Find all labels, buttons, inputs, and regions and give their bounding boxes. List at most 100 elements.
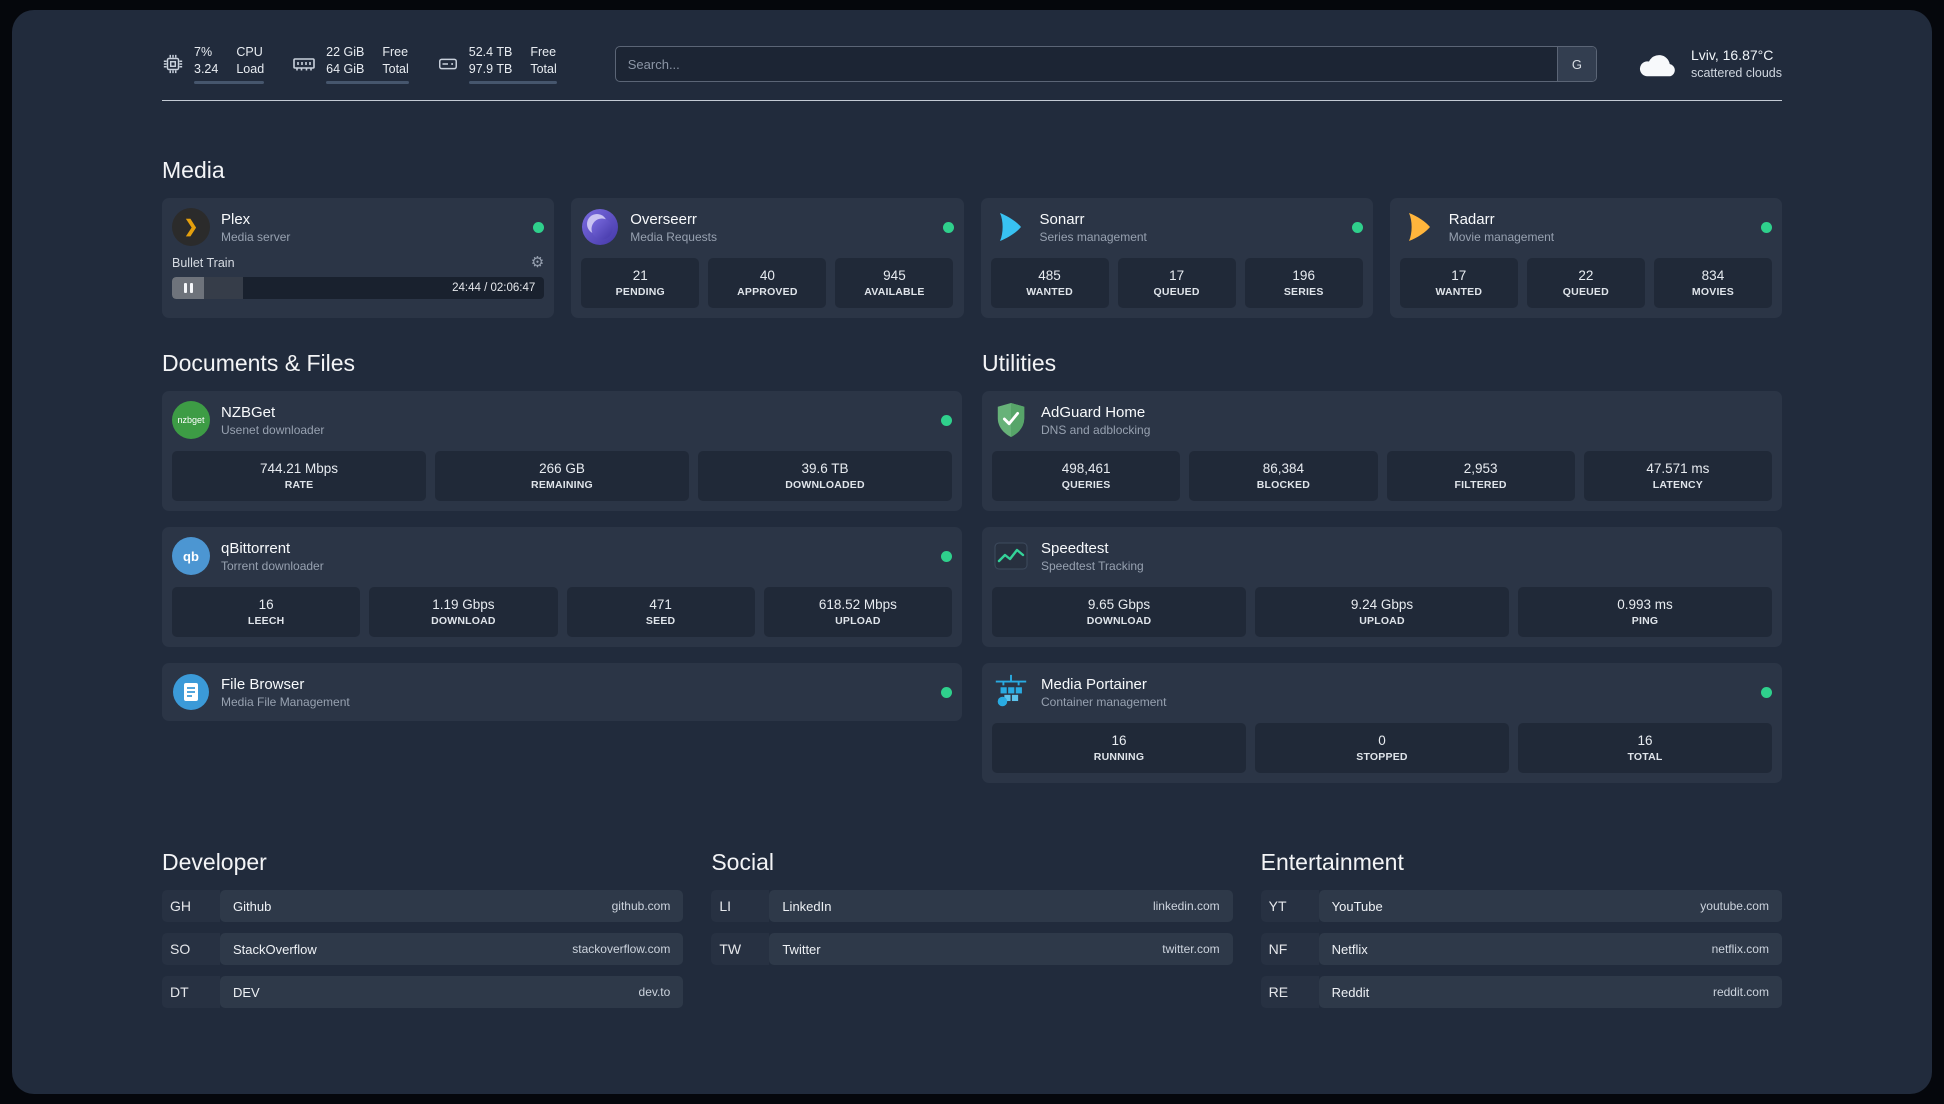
stat-queries: 498,461 QUERIES: [992, 451, 1181, 501]
stat-running: 16 RUNNING: [992, 723, 1246, 773]
stat-series: 196 SERIES: [1244, 258, 1363, 308]
bookmark-dev[interactable]: DT DEV dev.to: [162, 976, 684, 1008]
stat-approved: 40 APPROVED: [708, 258, 827, 308]
filebrowser-icon: [172, 673, 210, 711]
bookmark-github[interactable]: GH Github github.com: [162, 890, 684, 922]
bookmark-youtube[interactable]: YT YouTube youtube.com: [1261, 890, 1782, 922]
bookmark-name: Reddit: [1331, 984, 1370, 1000]
section-title-media: Media: [162, 157, 225, 183]
service-card-filebrowser: File Browser Media File Management: [162, 663, 962, 721]
stat-queued: 17 QUEUED: [1117, 258, 1236, 308]
bookmark-url: twitter.com: [1162, 942, 1220, 956]
cpu-icon: [162, 53, 184, 75]
bookmark-url: netflix.com: [1711, 942, 1769, 956]
service-name: qBittorrent: [221, 539, 291, 557]
service-name: File Browser: [221, 675, 305, 693]
service-card-portainer: Media Portainer Container management 16 …: [982, 663, 1782, 783]
bookmark-abbr: TW: [711, 933, 769, 965]
weather-description: scattered clouds: [1690, 66, 1782, 80]
qbittorrent-icon: qb: [172, 537, 210, 575]
bookmark-abbr: LI: [711, 890, 769, 922]
service-subtitle: Speedtest Tracking: [1041, 558, 1144, 573]
bookmark-name: Netflix: [1331, 941, 1368, 957]
section-title-utilities: Utilities: [982, 350, 1057, 376]
bookmark-linkedin[interactable]: LI LinkedIn linkedin.com: [711, 890, 1233, 922]
speedtest-icon: [992, 537, 1030, 575]
service-card-nzbget: nzbget NZBGet Usenet downloader 744.21 M…: [162, 391, 962, 511]
bookmark-url: youtube.com: [1700, 899, 1769, 913]
service-link-overseerr[interactable]: Overseerr Media Requests: [581, 208, 954, 246]
service-link-radarr[interactable]: Radarr Movie management: [1400, 208, 1772, 246]
service-name: Sonarr: [1039, 210, 1085, 228]
portainer-icon: [992, 673, 1030, 711]
service-subtitle: Media server: [221, 229, 291, 244]
search-input[interactable]: [615, 47, 1557, 81]
stat-download: 1.19 Gbps DOWNLOAD: [369, 587, 558, 637]
stat-latency: 47.571 ms LATENCY: [1583, 451, 1772, 501]
pause-button[interactable]: [172, 277, 204, 299]
cpu-widget: 7% 3.24 CPU Load: [162, 44, 265, 84]
bookmark-abbr: RE: [1261, 976, 1319, 1008]
memory-free-value: 22 GiB: [326, 45, 365, 59]
stat-movies: 834 MOVIES: [1653, 258, 1772, 308]
stat-rate: 744.21 Mbps RATE: [172, 451, 426, 501]
bookmark-reddit[interactable]: RE Reddit reddit.com: [1261, 976, 1782, 1008]
service-subtitle: Usenet downloader: [221, 422, 325, 437]
stat-stopped: 0 STOPPED: [1255, 723, 1509, 773]
cpu-label: CPU: [236, 45, 263, 59]
stat-downloaded: 39.6 TB DOWNLOADED: [698, 451, 952, 501]
stat-wanted: 485 WANTED: [990, 258, 1109, 308]
service-card-qbittorrent: qb qBittorrent Torrent downloader 16 LEE…: [162, 527, 962, 647]
top-bar: 7% 3.24 CPU Load 22 GiB 64 GiB Free Tota…: [162, 44, 1782, 84]
bookmark-abbr: SO: [162, 933, 220, 965]
service-link-plex[interactable]: ❯ Plex Media server: [172, 208, 545, 246]
bookmark-name: LinkedIn: [782, 898, 832, 914]
header-divider: [162, 100, 1782, 101]
playback-progress-bar[interactable]: 24:44 / 02:06:47: [172, 277, 545, 299]
stat-upload: 618.52 Mbps UPLOAD: [763, 587, 952, 637]
status-dot: [1761, 686, 1772, 698]
cpu-load-label: Load: [236, 62, 265, 76]
service-link-nzbget[interactable]: nzbget NZBGet Usenet downloader: [172, 401, 952, 439]
service-card-plex: ❯ Plex Media server Bullet Train ⚙ 24:44…: [162, 198, 555, 318]
service-link-qbittorrent[interactable]: qb qBittorrent Torrent downloader: [172, 537, 952, 575]
disk-free-value: 52.4 TB: [468, 45, 513, 59]
service-link-sonarr[interactable]: Sonarr Series management: [991, 208, 1363, 246]
gear-icon[interactable]: ⚙: [531, 255, 544, 270]
status-dot: [941, 686, 952, 698]
service-link-portainer[interactable]: Media Portainer Container management: [992, 673, 1772, 711]
stat-filtered: 2,953 FILTERED: [1386, 451, 1575, 501]
cpu-load-value: 3.24: [194, 62, 219, 76]
service-subtitle: Series management: [1039, 229, 1147, 244]
service-name: Media Portainer: [1041, 675, 1147, 693]
adguard-icon: [992, 401, 1030, 439]
overseerr-icon: [581, 208, 619, 246]
stat-ping: 0.993 ms PING: [1518, 587, 1772, 637]
memory-icon: [292, 52, 316, 76]
service-subtitle: DNS and adblocking: [1041, 422, 1151, 437]
bookmark-url: reddit.com: [1712, 985, 1769, 999]
memory-total-label: Total: [382, 62, 409, 76]
search-provider-button[interactable]: G: [1556, 47, 1596, 81]
service-subtitle: Movie management: [1448, 229, 1555, 244]
sonarr-icon: [991, 208, 1029, 246]
service-card-speedtest: Speedtest Speedtest Tracking 9.65 Gbps D…: [982, 527, 1782, 647]
bookmark-stackoverflow[interactable]: SO StackOverflow stackoverflow.com: [162, 933, 684, 965]
service-subtitle: Media Requests: [630, 229, 717, 244]
memory-widget: 22 GiB 64 GiB Free Total: [292, 44, 409, 84]
stat-upload: 9.24 Gbps UPLOAD: [1255, 587, 1509, 637]
dashboard-panel: 7% 3.24 CPU Load 22 GiB 64 GiB Free Tota…: [12, 10, 1932, 1094]
cpu-percent: 7%: [194, 45, 213, 59]
service-link-adguard[interactable]: AdGuard Home DNS and adblocking: [992, 401, 1772, 439]
service-name: Speedtest: [1041, 539, 1109, 557]
bookmark-url: github.com: [611, 899, 671, 913]
service-link-filebrowser[interactable]: File Browser Media File Management: [172, 673, 952, 711]
service-link-speedtest[interactable]: Speedtest Speedtest Tracking: [992, 537, 1772, 575]
stat-available: 945 AVAILABLE: [835, 258, 954, 308]
bookmark-abbr: YT: [1261, 890, 1319, 922]
disk-total-value: 97.9 TB: [468, 62, 513, 76]
bookmark-netflix[interactable]: NF Netflix netflix.com: [1261, 933, 1782, 965]
bookmark-twitter[interactable]: TW Twitter twitter.com: [711, 933, 1233, 965]
service-name: NZBGet: [221, 403, 276, 421]
service-subtitle: Media File Management: [221, 694, 350, 709]
